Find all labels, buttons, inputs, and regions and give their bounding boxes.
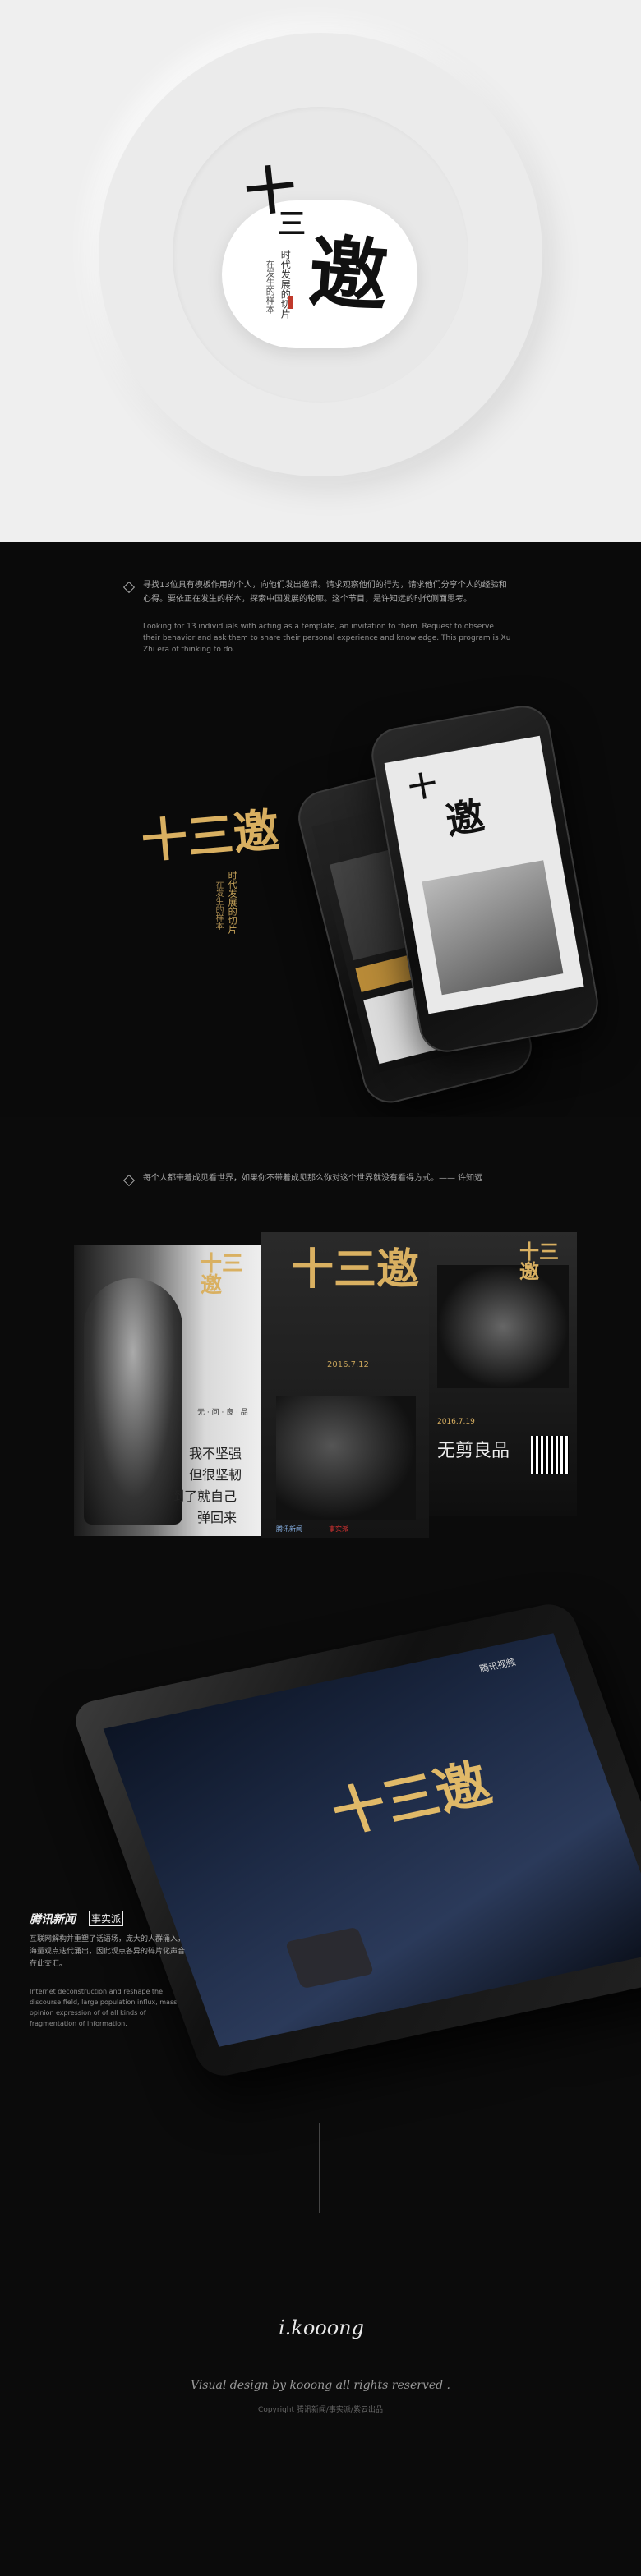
logo-char-1: 十三邀 — [139, 803, 282, 870]
footer-copyright: Copyright 腾讯新闻/事实派/紫云出品 — [258, 2406, 383, 2414]
feature-brand-2: 事实派 — [89, 1911, 124, 1926]
hero-vertical-1: 时代发展的切片 — [279, 250, 292, 319]
footer-signature: i.kooong — [278, 2316, 364, 2339]
poster-center-photo — [276, 1396, 416, 1520]
poster-left-quote-1: 我不坚强 — [189, 1446, 242, 1461]
poster-left-nametag: 无 · 问 · 良 · 品 — [197, 1409, 248, 1417]
intro-en-text: Looking for 13 individuals with acting a… — [143, 623, 511, 654]
tablet-screen: 腾讯视频 十三邀 — [103, 1633, 641, 2047]
poster-right-title: 十三邀 — [519, 1240, 559, 1283]
tablet-badge: 腾讯视频 — [477, 1656, 518, 1675]
logo-vertical-1: 时代发展的切片 — [227, 871, 238, 934]
poster-right-photo — [437, 1265, 569, 1388]
poster-left-quote-2: 但很坚韧 — [189, 1467, 242, 1483]
seal-mark — [288, 296, 293, 309]
hero-vertical-2: 在发生的样本 — [265, 260, 276, 314]
feature-en-text: Internet deconstruction and reshape the … — [30, 1988, 178, 2027]
poster-left-quote-3: 倒了就自己 — [171, 1488, 237, 1504]
poster-center-date: 2016.7.12 — [327, 1360, 369, 1369]
feature-cn-text: 互联网解构并重塑了话语场，庞大的人群涌入，海量观点迭代涌出，因此观点各异的碎片化… — [30, 1935, 186, 1968]
poster-center-brand-2: 事实派 — [329, 1525, 348, 1533]
phone-front-screen: 十 邀 — [384, 735, 584, 1014]
logo-vertical-2: 在发生的样本 — [214, 881, 223, 930]
phone-front-photo — [422, 860, 564, 996]
quote-text: 每个人都带着成见看世界，如果你不带着成见那么你对这个世界就没有看得方式。—— 许… — [143, 1174, 483, 1183]
tablet-car — [284, 1926, 375, 1990]
footer-credit: Visual design by kooong all rights reser… — [190, 2379, 451, 2392]
qr-code-icon — [531, 1436, 569, 1474]
phone-title: 十 — [406, 768, 440, 807]
poster-right: 十三邀 2016.7.19 无剪良品 — [429, 1232, 577, 1516]
poster-left-portrait — [84, 1278, 182, 1525]
feature-brand-1: 腾讯新闻 — [30, 1913, 76, 1926]
poster-center: 十三邀 2016.7.12 腾讯新闻 事实派 — [261, 1232, 429, 1538]
footer-divider — [319, 2123, 320, 2213]
intro-cn-text: 寻找13位具有模板作用的个人，向他们发出邀请。请求观察他们的行为，请求他们分享个… — [143, 581, 507, 604]
poster-right-headline: 无剪良品 — [437, 1441, 510, 1461]
poster-left: 十三邀 无 · 问 · 良 · 品 我不坚强 但很坚韧 倒了就自己 弹回来 — [74, 1245, 261, 1536]
tablet-title: 十三邀 — [323, 1753, 500, 1845]
poster-left-quote-4: 弹回来 — [197, 1510, 237, 1525]
poster-right-date: 2016.7.19 — [437, 1418, 475, 1426]
poster-center-brand-1: 腾讯新闻 — [276, 1525, 302, 1533]
poster-left-title: 十三邀 — [201, 1252, 244, 1298]
hero-title-char-3: 邀 — [306, 224, 391, 324]
poster-center-title: 十三邀 — [291, 1244, 420, 1295]
phone-title-2: 邀 — [442, 793, 488, 844]
hero-title-char-2: 三 — [278, 208, 306, 241]
